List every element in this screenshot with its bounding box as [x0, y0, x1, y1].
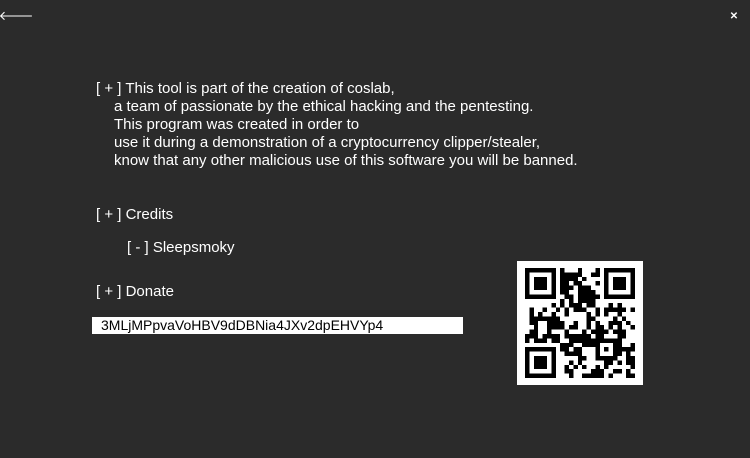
- donation-address-field[interactable]: [92, 317, 463, 334]
- arrow-left-icon: 🡐: [0, 8, 34, 23]
- donate-heading: [ + ] Donate: [96, 283, 174, 300]
- about-line: a team of passionate by the ethical hack…: [114, 98, 534, 115]
- back-button[interactable]: 🡐: [0, 8, 33, 24]
- about-line: use it during a demonstration of a crypt…: [114, 134, 541, 151]
- credit-item: [ - ] Sleepsmoky: [127, 239, 235, 256]
- about-line: This program was created in order to: [114, 116, 360, 133]
- qr-code-icon: [525, 268, 635, 378]
- close-icon: ✕: [729, 10, 739, 22]
- close-button[interactable]: ✕: [726, 8, 742, 24]
- about-line: [ + ] This tool is part of the creation …: [96, 80, 395, 97]
- donation-qr-code: [517, 261, 643, 385]
- about-line: know that any other malicious use of thi…: [114, 152, 578, 169]
- about-text: [ + ] This tool is part of the creation …: [96, 80, 578, 170]
- credits-heading: [ + ] Credits: [96, 206, 174, 223]
